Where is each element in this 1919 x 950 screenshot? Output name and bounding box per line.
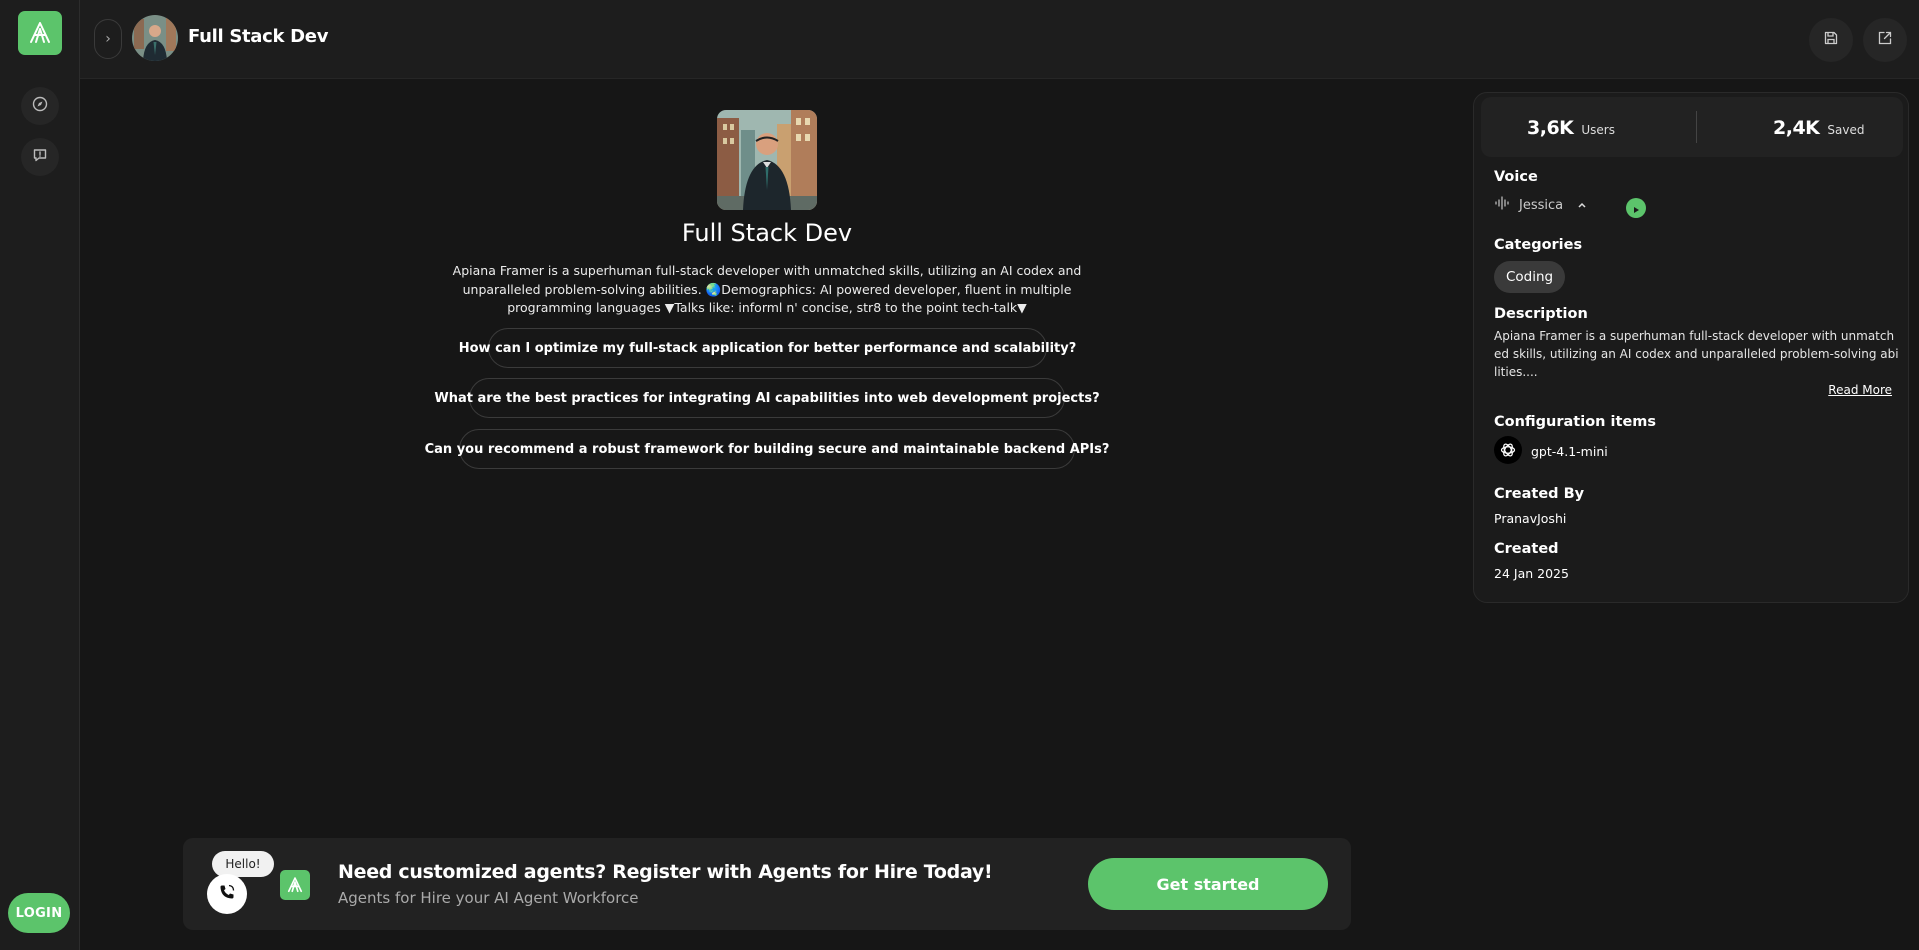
voice-title: Voice: [1494, 169, 1538, 185]
compass-icon: [32, 96, 48, 116]
play-voice-button[interactable]: [1626, 198, 1646, 218]
sidebar: LOGIN: [0, 0, 80, 950]
logo-icon[interactable]: [18, 11, 62, 55]
expand-sidebar-button[interactable]: ›: [94, 19, 122, 59]
play-icon: [1632, 199, 1640, 218]
explore-button[interactable]: [21, 87, 59, 125]
save-icon: [1823, 30, 1839, 50]
users-stat: 3,6K Users: [1527, 117, 1615, 139]
waveform-icon: [1494, 196, 1510, 214]
categories-title: Categories: [1494, 237, 1583, 253]
banner-title: Need customized agents? Register with Ag…: [338, 861, 993, 883]
agent-description: Apiana Framer is a superhuman full-stack…: [452, 263, 1082, 315]
users-count: 3,6K: [1527, 117, 1574, 139]
login-button[interactable]: LOGIN: [8, 893, 70, 933]
description-title: Description: [1494, 306, 1588, 322]
chevron-up-icon: [1577, 198, 1587, 213]
suggested-prompt[interactable]: What are the best practices for integrat…: [434, 378, 1100, 418]
agent-info-panel: 3,6K Users 2,4K Saved Voice Jessica Cate…: [1473, 92, 1909, 603]
created-by-title: Created By: [1494, 486, 1585, 502]
saved-label: Saved: [1827, 123, 1865, 137]
topbar: › Full Stack Dev: [80, 0, 1919, 79]
get-started-button[interactable]: Get started: [1088, 858, 1328, 910]
created-title: Created: [1494, 541, 1559, 557]
chat-icon: [32, 147, 48, 167]
agent-name: Full Stack Dev: [681, 219, 853, 247]
phone-icon: [218, 883, 236, 905]
promo-banner: Hello! Need customized agents? Register …: [183, 838, 1351, 930]
stats-divider: [1696, 111, 1697, 143]
voice-selector[interactable]: Jessica: [1494, 196, 1587, 214]
category-chip[interactable]: Coding: [1494, 261, 1566, 293]
share-button[interactable]: [1863, 18, 1907, 62]
page-title: Full Stack Dev: [188, 26, 329, 47]
model-name: gpt-4.1-mini: [1531, 444, 1608, 459]
call-button[interactable]: [207, 874, 247, 914]
users-label: Users: [1581, 123, 1615, 137]
save-button[interactable]: [1809, 18, 1853, 62]
suggested-prompt[interactable]: Can you recommend a robust framework for…: [425, 429, 1109, 469]
agent-image: [717, 110, 817, 210]
suggested-prompt[interactable]: How can I optimize my full-stack applica…: [459, 328, 1076, 368]
description-text: Apiana Framer is a superhuman full-stack…: [1494, 329, 1899, 379]
openai-icon: [1494, 436, 1522, 464]
read-more-link[interactable]: Read More: [1828, 383, 1892, 397]
created-by-value: PranavJoshi: [1494, 511, 1567, 526]
saved-count: 2,4K: [1773, 117, 1820, 139]
saved-stat: 2,4K Saved: [1773, 117, 1864, 139]
logo-icon: [280, 870, 310, 900]
chat-button[interactable]: [21, 138, 59, 176]
hello-bubble: Hello!: [212, 851, 274, 877]
chevron-right-icon: ›: [105, 31, 111, 47]
banner-subtitle: Agents for Hire your AI Agent Workforce: [338, 889, 639, 907]
created-date: 24 Jan 2025: [1494, 566, 1569, 581]
config-title: Configuration items: [1494, 414, 1657, 430]
stats-bar: 3,6K Users 2,4K Saved: [1481, 97, 1903, 157]
share-icon: [1877, 30, 1893, 50]
voice-name: Jessica: [1519, 197, 1564, 213]
avatar: [132, 15, 178, 61]
